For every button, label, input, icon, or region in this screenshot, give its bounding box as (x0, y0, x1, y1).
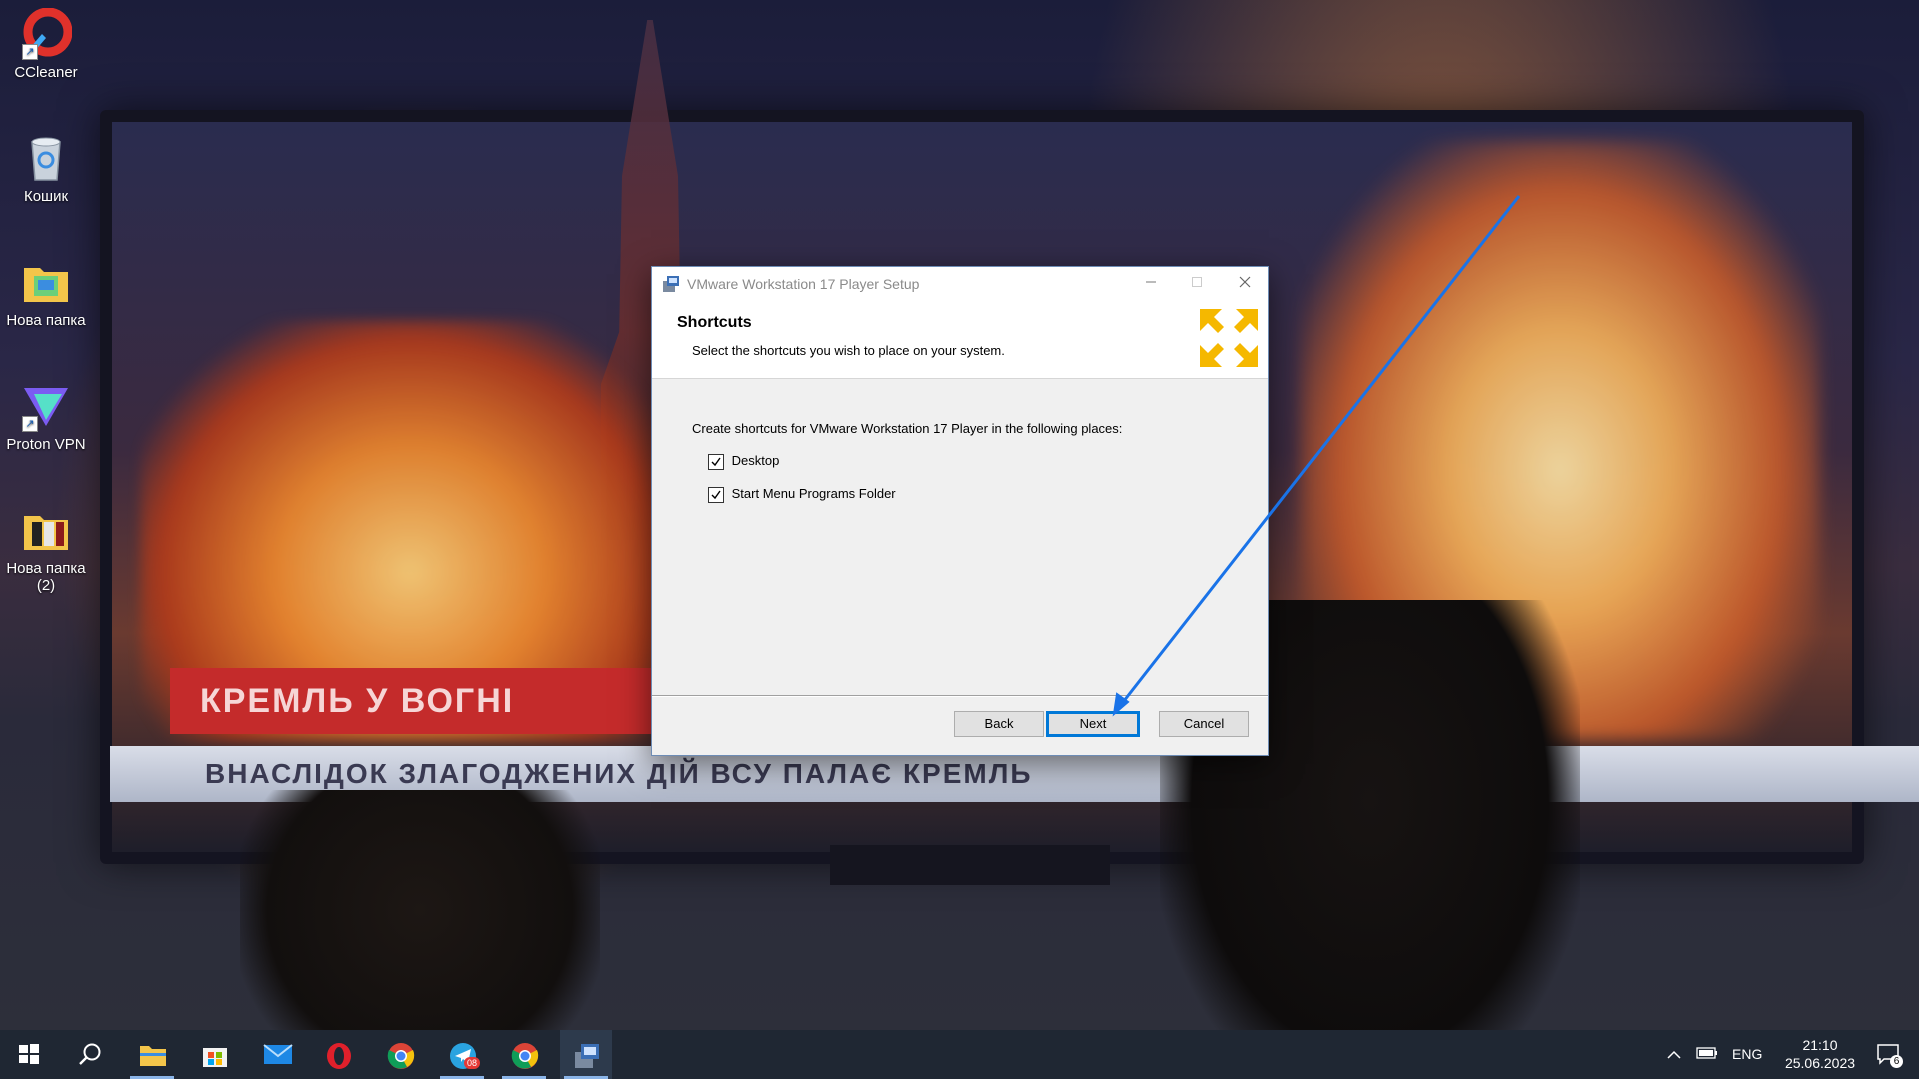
desktop-checkbox[interactable] (708, 453, 724, 470)
search-button[interactable] (64, 1030, 116, 1079)
chrome-icon (511, 1043, 539, 1069)
wallpaper-tv-stand (830, 845, 1110, 885)
maximize-icon (1192, 277, 1202, 287)
ccleaner-icon: ↗ (20, 7, 73, 60)
search-icon (79, 1043, 101, 1065)
next-button[interactable]: Next (1046, 711, 1140, 737)
page-subtitle: Select the shortcuts you wish to place o… (692, 343, 1005, 358)
chevron-up-icon (1667, 1050, 1681, 1059)
start-menu-checkbox[interactable] (708, 486, 724, 503)
desktop-icon-label: Proton VPN (6, 436, 86, 453)
close-button[interactable] (1222, 267, 1268, 301)
desktop-icon-proton-vpn[interactable]: ↗ Proton VPN (0, 380, 92, 453)
wallpaper-banner-text: КРЕМЛЬ У ВОГНІ (170, 668, 720, 734)
shortcut-arrow-icon: ↗ (22, 44, 38, 60)
desktop-icon-new-folder[interactable]: Нова папка (0, 256, 92, 329)
clock[interactable]: 21:10 25.06.2023 (1772, 1030, 1868, 1085)
desktop-icon-new-folder-2[interactable]: Нова папка (2) (0, 504, 92, 594)
taskbar-telegram[interactable]: 08 (436, 1030, 488, 1079)
dialog-content: Create shortcuts for VMware Workstation … (652, 379, 1268, 679)
start-menu-option-label: Start Menu Programs Folder (731, 486, 896, 501)
folder-icon (20, 504, 72, 556)
taskbar-file-explorer[interactable] (126, 1030, 178, 1079)
checkmark-icon (711, 457, 721, 466)
recycle-bin-icon (20, 132, 72, 184)
back-button[interactable]: Back (954, 711, 1044, 737)
windows-start-icon (19, 1044, 39, 1064)
telegram-unread-badge: 08 (464, 1057, 481, 1069)
close-icon (1239, 276, 1251, 288)
taskbar-opera[interactable] (312, 1030, 364, 1079)
battery-icon (1696, 1047, 1717, 1059)
dialog-title: VMware Workstation 17 Player Setup (687, 276, 920, 292)
taskbar-mail[interactable] (250, 1030, 302, 1079)
file-explorer-icon (140, 1046, 166, 1066)
shortcuts-instruction: Create shortcuts for VMware Workstation … (692, 421, 1123, 436)
checkmark-icon (711, 490, 721, 499)
option-start-menu[interactable]: Start Menu Programs Folder (708, 486, 896, 503)
opera-icon (327, 1043, 351, 1069)
proton-vpn-icon: ↗ (20, 380, 72, 432)
battery-status[interactable] (1696, 1030, 1718, 1079)
minimize-icon (1146, 281, 1156, 283)
mail-icon (263, 1044, 293, 1064)
notification-center-button[interactable]: 6 (1866, 1030, 1914, 1079)
desktop-icon-label: Нова папка (6, 312, 86, 329)
desktop-option-label: Desktop (731, 453, 780, 468)
shortcut-arrow-icon: ↗ (22, 416, 38, 432)
taskbar-chrome-profile[interactable] (498, 1030, 550, 1079)
dialog-header: Shortcuts Select the shortcuts you wish … (652, 301, 1268, 379)
option-desktop[interactable]: Desktop (708, 453, 779, 470)
start-button[interactable] (4, 1030, 56, 1079)
desktop-icon-label: CCleaner (14, 64, 78, 81)
footer-divider (652, 695, 1268, 697)
vmware-logo-icon (1200, 309, 1258, 367)
desktop-icon-ccleaner[interactable]: ↗ CCleaner (0, 7, 92, 81)
dialog-titlebar[interactable]: VMware Workstation 17 Player Setup (652, 267, 1268, 301)
installer-icon (662, 275, 680, 293)
taskbar-microsoft-store[interactable] (188, 1030, 240, 1079)
notification-count-badge: 6 (1890, 1055, 1903, 1068)
taskbar-vmware-setup[interactable] (560, 1030, 612, 1079)
folder-icon (20, 256, 72, 308)
wallpaper-head-left (240, 790, 600, 1030)
desktop-icon-label: Кошик (23, 188, 69, 205)
taskbar: 08 ENG 21:10 25.06.2023 6 (0, 1030, 1919, 1079)
cancel-button[interactable]: Cancel (1159, 711, 1249, 737)
language-indicator[interactable]: ENG (1732, 1030, 1762, 1079)
desktop-icon-recycle-bin[interactable]: Кошик (0, 132, 92, 205)
chrome-icon (387, 1043, 415, 1069)
installer-icon (575, 1044, 599, 1068)
desktop-icon-label: Нова папка (2) (6, 560, 86, 594)
microsoft-store-icon (203, 1048, 227, 1067)
taskbar-chrome[interactable] (374, 1030, 426, 1079)
show-hidden-icons-button[interactable] (1666, 1030, 1682, 1079)
page-title: Shortcuts (677, 314, 752, 331)
maximize-button[interactable] (1174, 267, 1220, 301)
minimize-button[interactable] (1128, 267, 1174, 301)
setup-dialog: VMware Workstation 17 Player Setup Short… (651, 266, 1269, 756)
clock-time: 21:10 (1802, 1037, 1838, 1053)
clock-date: 25.06.2023 (1784, 1055, 1856, 1071)
